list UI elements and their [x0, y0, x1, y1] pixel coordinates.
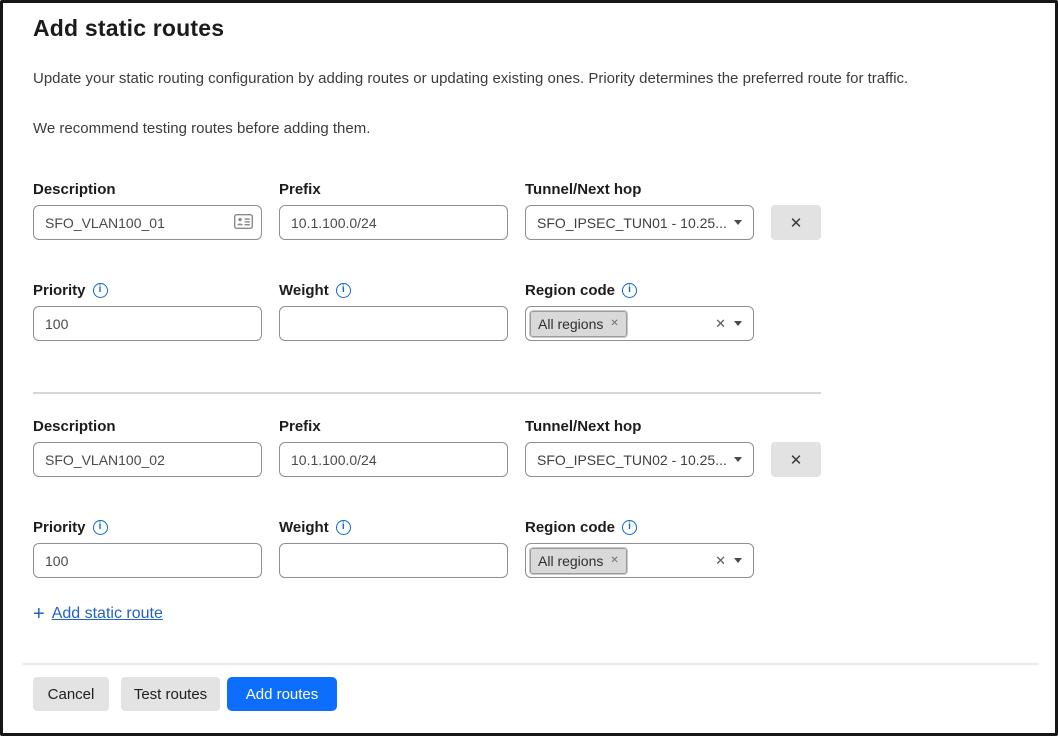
region-code-select[interactable]: All regions ✕ ✕	[525, 306, 754, 341]
region-code-label-text: Region code	[525, 519, 615, 536]
prefix-label-text: Prefix	[279, 181, 321, 198]
intro-text-line1: Update your static routing configuration…	[33, 70, 908, 87]
prefix-input[interactable]	[279, 205, 508, 240]
priority-label-text: Priority	[33, 282, 86, 299]
chip-remove-icon[interactable]: ✕	[610, 556, 618, 566]
chevron-down-icon[interactable]	[734, 220, 742, 225]
info-icon[interactable]: i	[336, 283, 351, 298]
intro-text-line2: We recommend testing routes before addin…	[33, 120, 370, 137]
region-code-label: Region code i	[525, 517, 637, 537]
weight-label-text: Weight	[279, 519, 329, 536]
close-icon: ✕	[790, 451, 803, 469]
clear-icon[interactable]: ✕	[715, 317, 726, 330]
region-chip-label: All regions	[538, 316, 603, 332]
tunnel-label-text: Tunnel/Next hop	[525, 181, 641, 198]
chevron-down-icon[interactable]	[734, 558, 742, 563]
tunnel-label: Tunnel/Next hop	[525, 416, 641, 436]
region-chip: All regions ✕	[530, 548, 627, 574]
weight-label-text: Weight	[279, 282, 329, 299]
route-group: Description Prefix Tunnel/Next hop SFO_I…	[3, 179, 1058, 341]
route-group: Description Prefix Tunnel/Next hop SFO_I…	[3, 416, 1058, 578]
page-title: Add static routes	[33, 15, 224, 42]
description-label: Description	[33, 179, 116, 199]
info-icon[interactable]: i	[336, 520, 351, 535]
prefix-label: Prefix	[279, 416, 321, 436]
add-routes-button[interactable]: Add routes	[227, 677, 337, 711]
prefix-input[interactable]	[279, 442, 508, 477]
weight-input[interactable]	[279, 543, 508, 578]
plus-icon: +	[33, 604, 45, 624]
info-icon[interactable]: i	[622, 283, 637, 298]
tunnel-select[interactable]: SFO_IPSEC_TUN01 - 10.25...	[525, 205, 754, 240]
remove-route-button[interactable]: ✕	[771, 442, 821, 477]
description-input[interactable]	[33, 205, 262, 240]
priority-label: Priority i	[33, 280, 108, 300]
weight-label: Weight i	[279, 517, 351, 537]
tunnel-selected-value: SFO_IPSEC_TUN01 - 10.25...	[537, 215, 726, 231]
region-code-label: Region code i	[525, 280, 637, 300]
chevron-down-icon[interactable]	[734, 457, 742, 462]
add-static-routes-dialog: Add static routes Update your static rou…	[0, 0, 1058, 736]
chevron-down-icon[interactable]	[734, 321, 742, 326]
info-icon[interactable]: i	[93, 283, 108, 298]
cancel-button[interactable]: Cancel	[33, 677, 109, 711]
region-code-select[interactable]: All regions ✕ ✕	[525, 543, 754, 578]
footer-divider	[23, 663, 1039, 665]
test-routes-button[interactable]: Test routes	[121, 677, 220, 711]
clear-icon[interactable]: ✕	[715, 554, 726, 567]
prefix-label-text: Prefix	[279, 418, 321, 435]
description-label: Description	[33, 416, 116, 436]
description-field-wrap	[33, 205, 262, 240]
tunnel-label-text: Tunnel/Next hop	[525, 418, 641, 435]
weight-input[interactable]	[279, 306, 508, 341]
description-label-text: Description	[33, 181, 116, 198]
priority-input[interactable]	[33, 543, 262, 578]
info-icon[interactable]: i	[622, 520, 637, 535]
close-icon: ✕	[790, 214, 803, 232]
priority-label: Priority i	[33, 517, 108, 537]
remove-route-button[interactable]: ✕	[771, 205, 821, 240]
region-chip: All regions ✕	[530, 311, 627, 337]
add-static-route-link[interactable]: + Add static route	[33, 604, 163, 624]
tunnel-select[interactable]: SFO_IPSEC_TUN02 - 10.25...	[525, 442, 754, 477]
add-static-route-label: Add static route	[52, 605, 163, 623]
contact-card-icon[interactable]	[234, 214, 253, 229]
prefix-label: Prefix	[279, 179, 321, 199]
weight-label: Weight i	[279, 280, 351, 300]
chip-remove-icon[interactable]: ✕	[610, 319, 618, 329]
priority-input[interactable]	[33, 306, 262, 341]
priority-label-text: Priority	[33, 519, 86, 536]
description-label-text: Description	[33, 418, 116, 435]
info-icon[interactable]: i	[93, 520, 108, 535]
description-input[interactable]	[33, 442, 262, 477]
region-code-label-text: Region code	[525, 282, 615, 299]
section-divider	[33, 392, 821, 394]
tunnel-selected-value: SFO_IPSEC_TUN02 - 10.25...	[537, 452, 726, 468]
tunnel-label: Tunnel/Next hop	[525, 179, 641, 199]
region-chip-label: All regions	[538, 553, 603, 569]
